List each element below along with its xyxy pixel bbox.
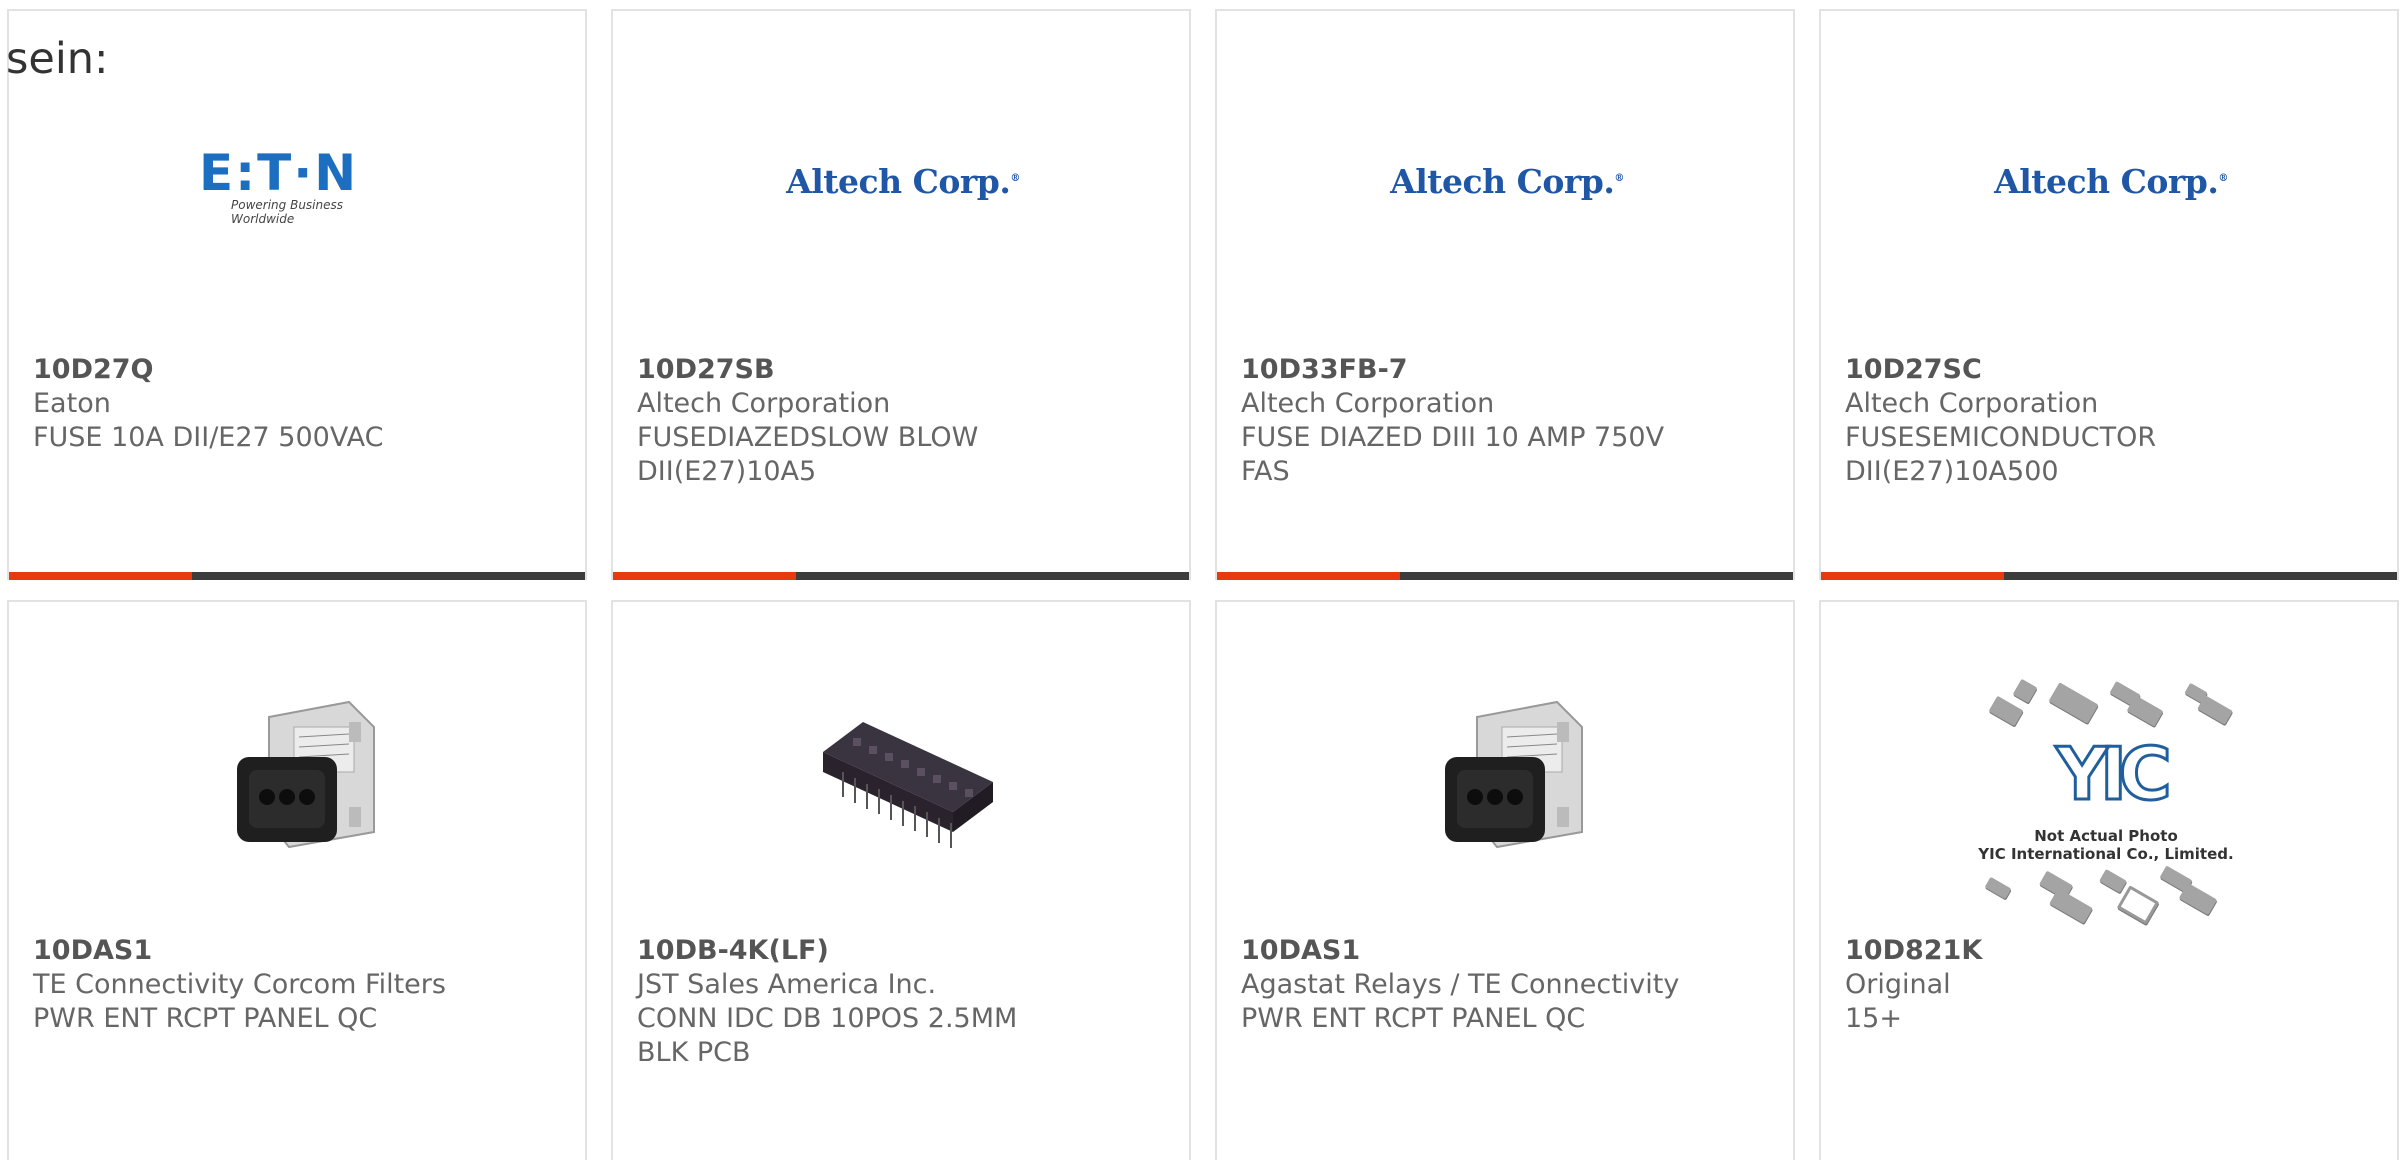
eaton-logo-word: E:T·N — [199, 144, 359, 202]
part-number[interactable]: 10D821K — [1845, 934, 2373, 968]
part-number[interactable]: 10DAS1 — [1241, 934, 1769, 968]
product-photo — [1407, 672, 1607, 872]
card-accent-bar — [1217, 572, 1793, 580]
eaton-logo: E:T·N Powering Business Worldwide — [199, 144, 399, 226]
yic-caption: Not Actual Photo — [2034, 827, 2178, 845]
part-number[interactable]: 10DB-4K(LF) — [637, 934, 1165, 968]
product-card[interactable]: Altech Corp.® 10D33FB-7 Altech Corporati… — [1215, 9, 1795, 580]
product-description: FUSESEMICONDUCTOR DII(E27)10A500 — [1845, 422, 2157, 487]
manufacturer-name: Agastat Relays / TE Connectivity — [1241, 969, 1680, 1000]
card-accent-bar — [613, 572, 1189, 580]
product-description: PWR ENT RCPT PANEL QC — [33, 1003, 378, 1034]
part-number[interactable]: 10D27Q — [33, 353, 561, 387]
intro-text: sein: — [6, 34, 109, 84]
product-photo — [199, 672, 399, 872]
part-number[interactable]: 10D33FB-7 — [1241, 353, 1769, 387]
product-description: FUSEDIAZEDSLOW BLOW DII(E27)10A5 — [637, 422, 979, 487]
part-number[interactable]: 10DAS1 — [33, 934, 561, 968]
power-entry-module-photo — [237, 700, 375, 849]
altech-logo: Altech Corp.® — [1390, 161, 1624, 201]
manufacturer-name: JST Sales America Inc. — [637, 969, 937, 1000]
manufacturer-name: Altech Corporation — [1845, 388, 2099, 419]
manufacturer-logo: Altech Corp.® — [1994, 71, 2228, 291]
product-card[interactable]: Altech Corp.® 10D27SB Altech Corporation… — [611, 9, 1191, 580]
product-photo — [803, 672, 1003, 872]
yic-company: YIC International Co., Limited. — [1978, 845, 2234, 863]
product-description: CONN IDC DB 10POS 2.5MM BLK PCB — [637, 1003, 1018, 1068]
product-card[interactable]: 10DAS1 Agastat Relays / TE Connectivity … — [1215, 600, 1795, 1160]
card-accent-bar — [9, 572, 585, 580]
manufacturer-name: TE Connectivity Corcom Filters — [33, 969, 446, 1000]
idc-connector-photo — [823, 722, 993, 848]
product-card[interactable]: 10DAS1 TE Connectivity Corcom Filters PW… — [7, 600, 587, 1160]
manufacturer-logo: E:T·N Powering Business Worldwide — [199, 71, 399, 291]
product-card[interactable]: 10DB-4K(LF) JST Sales America Inc. CONN … — [611, 600, 1191, 1160]
product-photo: YIC Not Actual Photo YIC International C… — [1971, 678, 2241, 925]
altech-logo: Altech Corp.® — [786, 161, 1020, 201]
altech-logo: Altech Corp.® — [1994, 161, 2228, 201]
part-number[interactable]: 10D27SB — [637, 353, 1165, 387]
manufacturer-logo: Altech Corp.® — [1390, 71, 1624, 291]
part-number[interactable]: 10D27SC — [1845, 353, 2373, 387]
product-card[interactable]: YIC Not Actual Photo YIC International C… — [1819, 600, 2399, 1160]
manufacturer-logo: Altech Corp.® — [786, 71, 1020, 291]
product-description: 15+ — [1845, 1003, 1902, 1034]
yic-placeholder: YIC Not Actual Photo YIC International C… — [1971, 678, 2241, 925]
product-card[interactable]: Altech Corp.® 10D27SC Altech Corporation… — [1819, 9, 2399, 580]
yic-logo: YIC — [2055, 731, 2174, 818]
manufacturer-name: Eaton — [33, 388, 111, 419]
manufacturer-name: Original — [1845, 969, 1951, 1000]
power-entry-module-photo — [1445, 700, 1583, 849]
product-description: FUSE 10A DII/E27 500VAC — [33, 422, 384, 453]
product-description: FUSE DIAZED DIII 10 AMP 750V FAS — [1241, 422, 1665, 487]
manufacturer-name: Altech Corporation — [637, 388, 891, 419]
product-card[interactable]: E:T·N Powering Business Worldwide 10D27Q… — [7, 9, 587, 580]
manufacturer-name: Altech Corporation — [1241, 388, 1495, 419]
eaton-logo-tagline: Powering Business Worldwide — [231, 198, 343, 226]
product-description: PWR ENT RCPT PANEL QC — [1241, 1003, 1586, 1034]
card-accent-bar — [1821, 572, 2397, 580]
